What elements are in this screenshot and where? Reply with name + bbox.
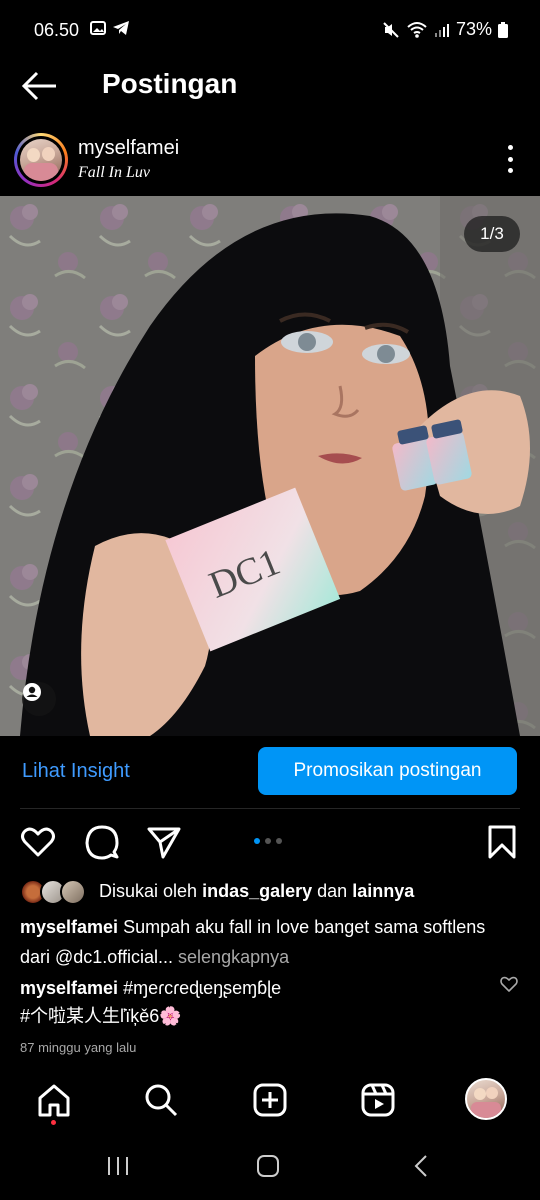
bottom-nav bbox=[0, 1074, 540, 1130]
home-button-icon[interactable] bbox=[256, 1154, 280, 1178]
more-options-button[interactable] bbox=[500, 145, 520, 173]
post-caption: myselfamei Sumpah aku fall in love bange… bbox=[20, 912, 520, 972]
profile-avatar-tab[interactable] bbox=[465, 1078, 507, 1120]
story-avatar[interactable] bbox=[14, 133, 68, 187]
reels-icon[interactable] bbox=[360, 1082, 396, 1118]
liker-avatar bbox=[60, 879, 86, 905]
system-nav-bar bbox=[0, 1136, 540, 1200]
tagged-people-button[interactable] bbox=[22, 682, 56, 716]
post-actions bbox=[0, 820, 540, 864]
see-more-link[interactable]: selengkapnya bbox=[178, 947, 289, 967]
liker-avatars bbox=[20, 878, 94, 905]
comment-heart-icon[interactable] bbox=[500, 975, 518, 993]
divider bbox=[20, 808, 520, 809]
more-icon bbox=[507, 145, 513, 150]
share-icon[interactable] bbox=[146, 824, 182, 860]
caption-username[interactable]: myselfamei bbox=[20, 917, 118, 937]
search-icon[interactable] bbox=[143, 1082, 179, 1118]
battery-icon bbox=[498, 21, 508, 38]
arrow-left-icon bbox=[21, 71, 56, 101]
bookmark-icon[interactable] bbox=[484, 824, 520, 860]
battery-percent: 73% bbox=[455, 19, 492, 39]
home-icon[interactable] bbox=[36, 1082, 72, 1118]
carousel-dots bbox=[254, 838, 282, 844]
comment: myselfamei #ɱeɾcɾeɖɩeŋʂeɱɓɭe #个啦某人生ľïķě6… bbox=[20, 974, 490, 1030]
profile-avatar-image bbox=[471, 1087, 501, 1118]
page-title: Postingan bbox=[102, 68, 238, 99]
back-button[interactable] bbox=[20, 68, 60, 104]
telegram-icon bbox=[113, 21, 129, 35]
post-photo[interactable]: DC1 1/3 bbox=[0, 196, 540, 736]
avatar-image bbox=[20, 139, 62, 181]
status-time: 06.50 bbox=[34, 20, 80, 40]
carousel-dot-active bbox=[254, 838, 260, 844]
signal-icon bbox=[434, 23, 449, 37]
post-timestamp: 87 minggu yang lalu bbox=[20, 1040, 137, 1055]
comment-text-line2: #个啦某人生ľïķě6🌸 bbox=[20, 1006, 182, 1026]
comment-text: #ɱeɾcɾeɖɩeŋʂeɱɓɭe bbox=[123, 978, 282, 998]
person-icon bbox=[23, 683, 41, 701]
create-post-icon[interactable] bbox=[252, 1082, 288, 1118]
image-icon bbox=[90, 21, 106, 35]
likes-summary[interactable]: Disukai oleh indas_galery dan lainnya bbox=[20, 876, 520, 906]
heart-icon[interactable] bbox=[20, 824, 56, 860]
wifi-icon bbox=[407, 21, 427, 38]
status-bar: 06.50 73% bbox=[0, 0, 540, 60]
app-bar: Postingan bbox=[0, 60, 540, 110]
comment-username[interactable]: myselfamei bbox=[20, 978, 118, 998]
mute-icon bbox=[383, 21, 399, 38]
carousel-counter: 1/3 bbox=[464, 216, 520, 252]
likes-others[interactable]: lainnya bbox=[352, 881, 414, 901]
carousel-dot bbox=[276, 838, 282, 844]
view-insights-link[interactable]: Lihat Insight bbox=[22, 760, 130, 783]
post-username[interactable]: myselfamei bbox=[78, 137, 179, 160]
carousel-dot bbox=[265, 838, 271, 844]
liker-username[interactable]: indas_galery bbox=[202, 881, 312, 901]
likes-text: Disukai oleh indas_galery dan lainnya bbox=[99, 880, 415, 901]
notification-dot bbox=[51, 1120, 56, 1125]
insight-bar: Lihat Insight Promosikan postingan bbox=[0, 744, 540, 804]
post-audio-label[interactable]: Fall In Luv bbox=[78, 164, 150, 182]
photo-illustration: DC1 bbox=[0, 196, 540, 736]
comment-icon[interactable] bbox=[84, 824, 120, 860]
recent-apps-icon[interactable] bbox=[106, 1154, 130, 1178]
post-header: myselfamei Fall In Luv bbox=[0, 128, 540, 194]
promote-post-button[interactable]: Promosikan postingan bbox=[258, 747, 517, 795]
back-system-icon[interactable] bbox=[410, 1154, 434, 1178]
